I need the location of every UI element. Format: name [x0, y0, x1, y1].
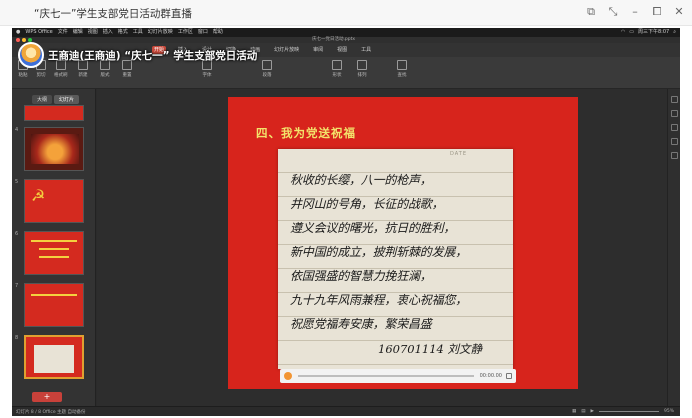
letter-line: 井冈山的号角，长征的战歌， — [290, 197, 444, 211]
search-icon[interactable]: ⌕ — [673, 28, 676, 37]
tab-tools[interactable]: 工具 — [359, 46, 373, 54]
image-icon[interactable] — [670, 138, 678, 145]
window-controls: ⧉ ⤡ – ⧠ ✕ — [584, 4, 686, 20]
find-icon — [397, 60, 407, 70]
window-title-bar: “庆七一”学生支部党日活动群直播 ⧉ ⤡ – ⧠ ✕ — [0, 0, 692, 26]
monument-image — [31, 134, 79, 164]
slide-canvas: 四、我为党送祝福 DATE 秋收的长缨，八一的枪声， 井冈山的号角，长征的战歌，… — [97, 89, 667, 406]
arrange-icon — [357, 60, 367, 70]
tab-slides[interactable]: 幻灯片 — [54, 95, 80, 104]
thumb-text-line — [31, 294, 77, 296]
battery-icon[interactable]: ▭ — [629, 28, 634, 37]
menu-slideshow[interactable]: 幻灯片放映 — [148, 28, 173, 37]
slide-thumbnail[interactable] — [24, 231, 84, 275]
audio-player: 00:00.00 — [280, 369, 516, 383]
menu-status-area: ◠ ▭ 周三下午8:07 ⌕ — [621, 28, 676, 37]
slide-thumbnail-panel: 大纲 幻灯片 4 5 ☭ 6 7 8 + — [12, 89, 96, 406]
shape-icon — [332, 60, 342, 70]
paragraph-icon — [262, 60, 272, 70]
menu-tools[interactable]: 工具 — [133, 28, 143, 37]
volume-icon[interactable] — [506, 373, 512, 379]
find-button[interactable]: 查找 — [397, 60, 407, 78]
slide-number: 7 — [15, 283, 19, 289]
settings-icon[interactable] — [670, 152, 678, 159]
letter-signature: 160701114 刘文静 — [378, 342, 483, 356]
slide-number: 8 — [15, 335, 19, 341]
animation-icon[interactable] — [670, 110, 678, 117]
menu-edit[interactable]: 编辑 — [73, 28, 83, 37]
window-title: “庆七一”学生支部党日活动群直播 — [34, 8, 192, 20]
play-button[interactable] — [284, 372, 292, 380]
view-controls: ▦ ▤ ▶ 95% — [572, 409, 674, 414]
menu-help[interactable]: 帮助 — [213, 28, 223, 37]
expand-icon[interactable]: ⤡ — [606, 4, 620, 20]
letter-line: 九十九年风雨兼程，衷心祝福您， — [290, 293, 468, 307]
thumb-text-line — [39, 256, 69, 258]
thumb-text-line — [31, 240, 77, 242]
letter-line: 祝愿党福寿安康，繁荣昌盛 — [290, 317, 432, 331]
wifi-icon[interactable]: ◠ — [621, 28, 625, 37]
mac-menu-bar: ● WPS Office 文件 编辑 视图 插入 格式 工具 幻灯片放映 工作区… — [12, 28, 680, 37]
menu-view[interactable]: 视图 — [88, 28, 98, 37]
slide-heading: 四、我为党送祝福 — [256, 126, 356, 140]
letter-line: 依国强盛的智慧力挽狂澜， — [290, 269, 432, 283]
status-bar: 幻灯片 8 / 8 Office 主题 自动备份 ▦ ▤ ▶ 95% — [12, 406, 680, 416]
pip-icon[interactable]: ⧉ — [584, 4, 598, 20]
presenter-overlay: 王商迪(王商迪) “庆七一” 学生支部党日活动 — [18, 40, 257, 70]
slide-number: 4 — [15, 127, 19, 133]
letter-line: 秋收的长缨，八一的枪声， — [290, 173, 432, 187]
paper-date-label: DATE — [449, 151, 467, 157]
slide-thumbnail[interactable] — [24, 283, 84, 327]
minimize-button[interactable]: – — [628, 4, 642, 20]
audio-time: 00:00.00 — [479, 373, 502, 379]
menu-window[interactable]: 窗口 — [198, 28, 208, 37]
paragraph-group[interactable]: 段落 — [262, 60, 272, 78]
zoom-level: 95% — [663, 409, 674, 414]
letter-line: 遵义会议的曙光，抗日的胜利， — [290, 221, 456, 235]
handwritten-letter: DATE 秋收的长缨，八一的枪声， 井冈山的号角，长征的战歌， 遵义会议的曙光，… — [278, 149, 513, 369]
audio-progress-bar[interactable] — [298, 375, 474, 377]
slide-thumbnail[interactable] — [24, 105, 84, 121]
status-info: 幻灯片 8 / 8 Office 主题 自动备份 — [16, 410, 86, 415]
slide-thumbnail-selected[interactable] — [24, 335, 84, 379]
party-emblem-icon: ☭ — [31, 186, 46, 205]
slide-thumbnail[interactable] — [24, 127, 84, 171]
thumb-paper — [34, 345, 74, 373]
play-slideshow-icon[interactable]: ▶ — [591, 409, 594, 414]
menu-format[interactable]: 格式 — [118, 28, 128, 37]
close-button[interactable]: ✕ — [672, 4, 686, 20]
letter-line: 新中国的成立，披荆斩棘的发展， — [290, 245, 468, 259]
slide-number: 6 — [15, 231, 19, 237]
right-tool-rail — [667, 89, 680, 406]
menu-workspace[interactable]: 工作区 — [178, 28, 193, 37]
maximize-button[interactable]: ⧠ — [650, 4, 664, 20]
add-slide-button[interactable]: + — [32, 392, 62, 402]
menu-app[interactable]: WPS Office — [25, 28, 52, 37]
zoom-slider[interactable] — [598, 411, 659, 412]
shared-screen: ● WPS Office 文件 编辑 视图 插入 格式 工具 幻灯片放映 工作区… — [12, 28, 680, 416]
slide-thumbnail[interactable]: ☭ — [24, 179, 84, 223]
clock: 周三下午8:07 — [637, 29, 670, 35]
tab-review[interactable]: 审阅 — [311, 46, 325, 54]
menu-file[interactable]: 文件 — [58, 28, 68, 37]
panel-tabs: 大纲 幻灯片 — [32, 95, 80, 104]
thumb-text-line — [39, 248, 69, 250]
shape-icon[interactable] — [670, 124, 678, 131]
properties-icon[interactable] — [670, 96, 678, 103]
arrange-button[interactable]: 排列 — [357, 60, 367, 78]
tab-view[interactable]: 视图 — [335, 46, 349, 54]
tab-outline[interactable]: 大纲 — [32, 95, 53, 104]
avatar — [18, 42, 44, 68]
normal-view-icon[interactable]: ▦ — [572, 409, 576, 414]
tab-slideshow[interactable]: 幻灯片放映 — [272, 46, 301, 54]
current-slide[interactable]: 四、我为党送祝福 DATE 秋收的长缨，八一的枪声， 井冈山的号角，长征的战歌，… — [228, 97, 578, 389]
shape-button[interactable]: 形状 — [332, 60, 342, 78]
apple-icon[interactable]: ● — [16, 28, 20, 37]
sorter-view-icon[interactable]: ▤ — [581, 409, 585, 414]
menu-insert[interactable]: 插入 — [103, 28, 113, 37]
presenter-name: 王商迪(王商迪) “庆七一” 学生支部党日活动 — [48, 49, 258, 62]
slide-number: 5 — [15, 179, 19, 185]
